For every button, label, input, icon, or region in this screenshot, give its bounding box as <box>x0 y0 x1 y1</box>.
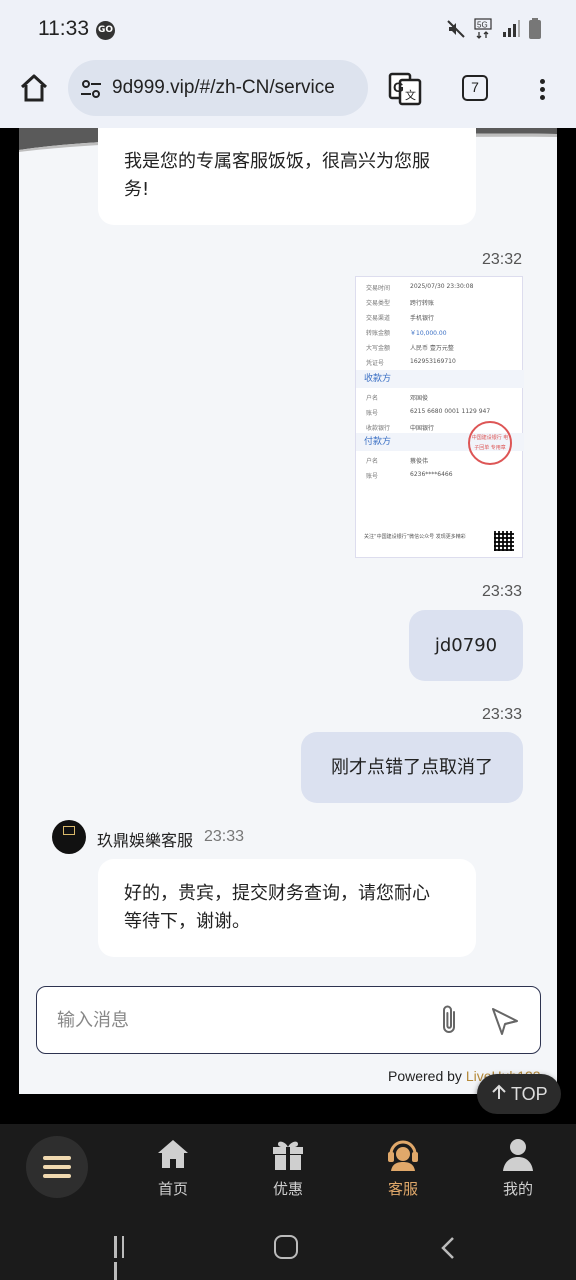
nav-item-profile[interactable]: 我的 <box>478 1136 558 1208</box>
qr-code-icon <box>494 531 514 551</box>
agent-message-bubble: 我是您的专属客服饭饭，很高兴为您服 务! <box>98 128 476 225</box>
receipt-image[interactable]: 交易时间 2025/07/30 23:30:08 交易类型 跨行转账 交易渠道 手机银… <box>355 276 524 558</box>
user-message-bubble: jd0790 <box>409 610 523 681</box>
go-badge-icon: GO <box>96 21 115 40</box>
message-text: 等待下，谢谢。 <box>124 911 250 932</box>
url-text: 9d999.vip/#/zh-CN/service <box>112 77 335 98</box>
message-text: jd0790 <box>434 635 498 656</box>
5g-icon: 5G <box>474 18 494 44</box>
mute-icon <box>446 19 466 43</box>
home-icon <box>155 1136 191 1172</box>
home-icon[interactable] <box>18 72 50 104</box>
agent-name: 玖鼎娛樂客服 <box>97 831 194 850</box>
site-settings-icon[interactable] <box>80 78 102 100</box>
translate-icon[interactable]: G文 <box>388 72 422 106</box>
tab-switcher-button[interactable]: 7 <box>462 75 488 101</box>
user-icon <box>500 1136 536 1172</box>
browser-toolbar: 9d999.vip/#/zh-CN/service G文 7 <box>0 58 576 128</box>
scroll-top-button[interactable]: TOP <box>477 1074 561 1114</box>
message-time: 23:32 <box>482 251 523 268</box>
scroll-top-label: TOP <box>511 1084 548 1104</box>
receipt-row: 收款银行 中国银行 <box>366 425 435 432</box>
address-bar[interactable]: 9d999.vip/#/zh-CN/service <box>68 60 368 116</box>
bottom-nav: 首页 优惠 客服 我的 <box>0 1124 576 1214</box>
page-content: 我是您的专属客服饭饭，很高兴为您服 务! 23:32 交易时间 2025/07/3… <box>0 128 576 1124</box>
receipt-row: 户名 蔡俊伟 <box>366 458 429 465</box>
back-icon[interactable] <box>438 1236 460 1260</box>
receipt-row: 交易渠道 手机银行 <box>366 315 435 322</box>
signal-icon <box>502 20 520 42</box>
chat-panel: 我是您的专属客服饭饭，很高兴为您服 务! 23:32 交易时间 2025/07/3… <box>19 128 557 1094</box>
status-icons: 5G <box>446 18 542 44</box>
svg-text:G: G <box>393 79 404 95</box>
nav-label: 首页 <box>157 1180 188 1198</box>
battery-icon <box>528 18 542 44</box>
support-agent-icon <box>385 1136 421 1172</box>
message-time: 23:33 <box>482 583 523 600</box>
nav-label: 我的 <box>502 1180 533 1198</box>
gift-icon <box>270 1136 306 1172</box>
recent-apps-icon[interactable] <box>114 1236 136 1280</box>
brand-logo-icon <box>63 826 75 835</box>
message-time: 23:33 <box>482 706 523 723</box>
status-bar: 11:33 GO 5G <box>0 0 576 58</box>
nav-label: 客服 <box>387 1180 418 1198</box>
message-text: 好的，贵宾，提交财务查询，请您耐心 <box>124 883 430 904</box>
arrow-up-icon <box>491 1074 507 1114</box>
receipt-row: 户名 邓国俊 <box>366 395 429 402</box>
user-message-bubble: 刚才点错了点取消了 <box>301 732 523 803</box>
receipt-row: 转账金额 ￥10,000.00 <box>366 330 447 337</box>
message-composer <box>36 986 541 1054</box>
receipt-row: 凭证号 162953169710 <box>366 358 456 367</box>
nav-label: 优惠 <box>272 1180 303 1198</box>
system-nav-bar <box>0 1214 576 1280</box>
receipt-row: 账号 6215 6680 0001 1129 947 <box>366 408 491 417</box>
receipt-section-payee: 收款方 <box>356 370 524 388</box>
receipt-row: 交易时间 2025/07/30 23:30:08 <box>366 283 474 292</box>
agent-message-bubble: 好的，贵宾，提交财务查询，请您耐心 等待下，谢谢。 <box>98 859 476 957</box>
nav-menu-button[interactable] <box>26 1136 88 1198</box>
message-input[interactable] <box>57 1003 417 1037</box>
nav-item-promotions[interactable]: 优惠 <box>248 1136 328 1208</box>
receipt-footer: 关注“中国建设银行”微信公众号 发现更多精彩 <box>364 534 466 540</box>
message-text: 我是您的专属客服饭饭，很高兴为您服 <box>124 151 430 172</box>
nav-item-support[interactable]: 客服 <box>363 1136 443 1208</box>
svg-text:文: 文 <box>405 88 416 102</box>
overflow-menu-icon[interactable] <box>532 76 552 104</box>
attachment-icon[interactable] <box>435 1003 465 1037</box>
message-time: 23:33 <box>204 828 245 845</box>
status-time: 11:33 <box>38 17 89 40</box>
system-home-icon[interactable] <box>274 1235 298 1259</box>
agent-avatar <box>52 820 86 854</box>
message-text: 刚才点错了点取消了 <box>331 757 493 778</box>
svg-text:5G: 5G <box>477 21 488 30</box>
nav-item-home[interactable]: 首页 <box>133 1136 213 1208</box>
message-text: 务! <box>124 179 150 200</box>
bank-stamp: 中国建设银行 电子回单 专用章 <box>468 421 512 465</box>
receipt-row: 交易类型 跨行转账 <box>366 300 435 307</box>
send-icon[interactable] <box>489 1003 521 1037</box>
list-menu-icon <box>43 1156 71 1183</box>
receipt-row: 大写金额 人民币 壹万元整 <box>366 345 454 352</box>
receipt-row: 账号 6236****6466 <box>366 471 453 480</box>
